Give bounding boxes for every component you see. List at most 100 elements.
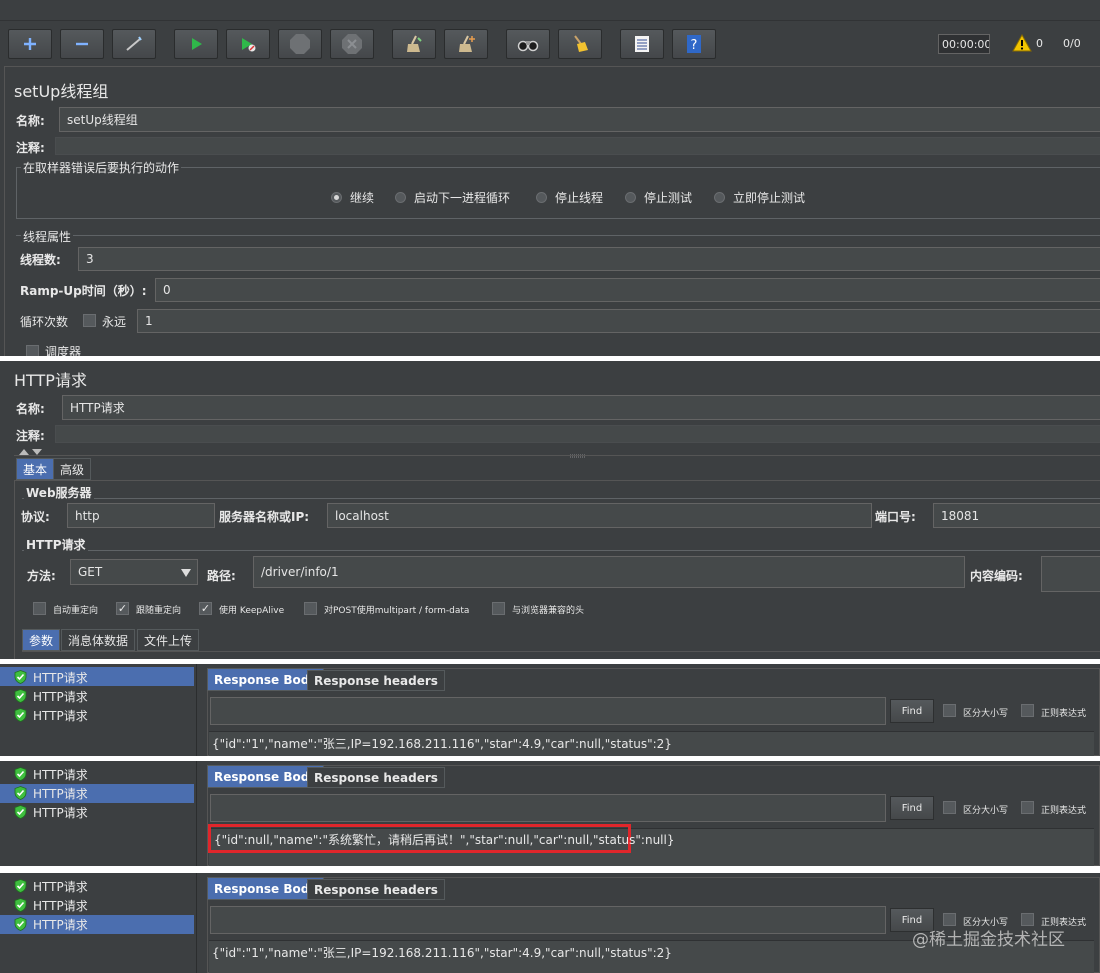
clear-all-button[interactable] (444, 29, 488, 59)
function-helper-button[interactable] (620, 29, 664, 59)
remove-button[interactable] (60, 29, 104, 59)
server-input[interactable]: localhost (327, 503, 872, 528)
case-sensitive-checkbox[interactable] (943, 801, 956, 814)
stop-button[interactable] (278, 29, 322, 59)
tab-file-upload[interactable]: 文件上传 (137, 629, 200, 651)
tree-item[interactable]: HTTP请求 (14, 896, 88, 914)
success-shield-icon (14, 767, 27, 781)
scheduler-label: 调度器 (45, 345, 82, 356)
http-comment-input[interactable] (55, 425, 1100, 443)
broom-all-icon (456, 34, 476, 54)
http-name-input[interactable]: HTTP请求 (62, 395, 1100, 420)
find-input[interactable] (210, 794, 886, 822)
forever-checkbox[interactable] (83, 314, 96, 327)
loop-input[interactable]: 1 (137, 309, 1100, 333)
regex-checkbox[interactable] (1021, 704, 1034, 717)
help-button[interactable]: ? (672, 29, 716, 59)
reset-search-button[interactable] (558, 29, 602, 59)
tree-item[interactable]: HTTP请求 (14, 668, 88, 686)
success-shield-icon (14, 879, 27, 893)
thread-props-title: 线程属性 (21, 228, 74, 245)
shutdown-icon (341, 33, 363, 55)
tree-item-label: HTTP请求 (33, 670, 88, 685)
tree-item[interactable]: HTTP请求 (14, 915, 88, 933)
start-button[interactable] (174, 29, 218, 59)
rampup-input[interactable]: 0 (155, 278, 1100, 302)
chevron-down-icon[interactable] (180, 567, 192, 581)
tab-response-headers[interactable]: Response headers (307, 670, 445, 691)
tab-response-headers[interactable]: Response headers (307, 767, 445, 788)
tree-item[interactable]: HTTP请求 (14, 877, 88, 895)
stop-test-radio[interactable] (625, 192, 636, 203)
auto-redirect-checkbox[interactable] (33, 602, 46, 615)
method-label: 方法: (27, 569, 56, 583)
web-server-title: Web服务器 (24, 484, 94, 501)
play-icon (188, 36, 204, 52)
tab-body-data[interactable]: 消息体数据 (61, 629, 136, 651)
success-shield-icon (14, 898, 27, 912)
next-loop-radio[interactable] (395, 192, 406, 203)
find-input[interactable] (210, 906, 886, 934)
follow-redirect-checkbox[interactable]: ✓ (116, 602, 129, 615)
keepalive-checkbox[interactable]: ✓ (199, 602, 212, 615)
find-button[interactable]: Find (890, 699, 934, 723)
tree-item[interactable]: HTTP请求 (14, 784, 88, 802)
tree-item[interactable]: HTTP请求 (14, 803, 88, 821)
tab-basic[interactable]: 基本 (16, 458, 55, 480)
tree-item-label: HTTP请求 (33, 805, 88, 820)
web-server-divider (22, 498, 1100, 499)
tree-item[interactable]: HTTP请求 (14, 687, 88, 705)
scheduler-checkbox[interactable] (26, 345, 39, 356)
path-input[interactable]: /driver/info/1 (253, 556, 965, 588)
regex-label: 正则表达式 (1041, 709, 1087, 719)
continue-radio[interactable] (331, 192, 342, 203)
watermark: @稀土掘金技术社区 (912, 930, 1065, 950)
add-button[interactable] (8, 29, 52, 59)
toggle-button[interactable] (112, 29, 156, 59)
path-label: 路径: (207, 569, 236, 583)
tree-item-label: HTTP请求 (33, 708, 88, 723)
method-select[interactable]: GET (70, 559, 198, 585)
result-panel-2: HTTP请求 HTTP请求 HTTP请求 Response Body Respo… (0, 761, 1100, 866)
title-strip (0, 0, 1100, 21)
browser-headers-checkbox[interactable] (492, 602, 505, 615)
stop-test-now-radio[interactable] (714, 192, 725, 203)
tree-item-label: HTTP请求 (33, 786, 88, 801)
comment-input[interactable] (55, 137, 1100, 155)
collapse-arrows-icon[interactable] (18, 445, 44, 459)
find-button[interactable]: Find (890, 796, 934, 820)
port-input[interactable]: 18081 (933, 503, 1100, 528)
protocol-input[interactable]: http (67, 503, 215, 528)
thread-count: 0/0 (1063, 37, 1081, 50)
encoding-label: 内容编码: (970, 569, 1023, 583)
encoding-input[interactable] (1041, 556, 1100, 592)
clear-button[interactable] (392, 29, 436, 59)
broom-icon (404, 34, 424, 54)
search-button[interactable] (506, 29, 550, 59)
method-value: GET (78, 565, 103, 579)
comment-label: 注释: (16, 141, 45, 155)
stop-thread-radio[interactable] (536, 192, 547, 203)
tree-item-label: HTTP请求 (33, 689, 88, 704)
wand-icon (124, 35, 144, 53)
thread-props-divider (16, 235, 1100, 236)
tree-item[interactable]: HTTP请求 (14, 765, 88, 783)
tree-item-label: HTTP请求 (33, 917, 88, 932)
tab-divider (14, 455, 1100, 456)
find-input[interactable] (210, 697, 886, 725)
tab-response-headers[interactable]: Response headers (307, 879, 445, 900)
name-input[interactable]: setUp线程组 (59, 107, 1100, 132)
start-no-pause-button[interactable] (226, 29, 270, 59)
tab-advanced[interactable]: 高级 (53, 458, 92, 480)
case-sensitive-checkbox[interactable] (943, 704, 956, 717)
splitter-grip-icon[interactable] (570, 447, 586, 461)
eraser-icon (570, 34, 590, 54)
follow-redirect-label: 跟随重定向 (136, 606, 182, 616)
tab-parameters[interactable]: 参数 (22, 629, 61, 651)
regex-checkbox[interactable] (1021, 801, 1034, 814)
threads-input[interactable]: 3 (78, 247, 1100, 271)
shutdown-button[interactable] (330, 29, 374, 59)
tree-item[interactable]: HTTP请求 (14, 706, 88, 724)
success-shield-icon (14, 917, 27, 931)
multipart-checkbox[interactable] (304, 602, 317, 615)
